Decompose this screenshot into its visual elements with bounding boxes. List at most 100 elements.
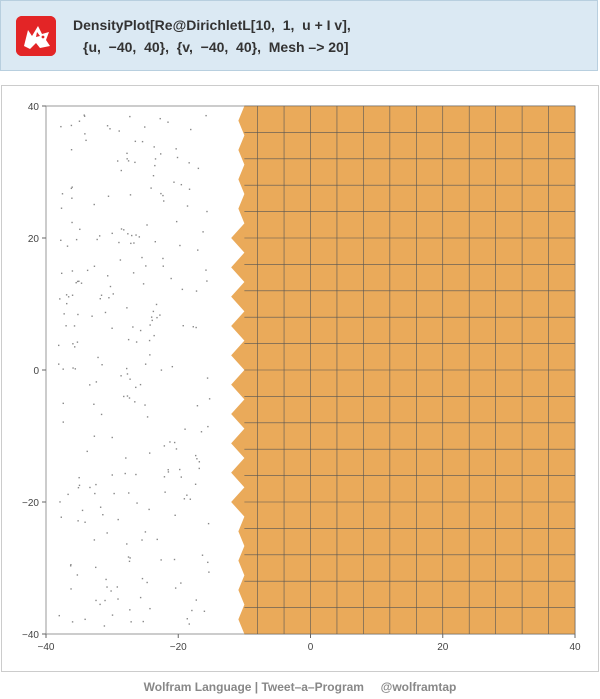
mesh-dot [179, 244, 181, 247]
mesh-dot [78, 484, 81, 487]
mesh-dot [162, 265, 164, 267]
mesh-dot [86, 269, 89, 272]
mesh-dot [111, 614, 114, 616]
mesh-dot [206, 280, 208, 282]
mesh-dot [66, 245, 69, 247]
mesh-dot [188, 188, 191, 190]
mesh-dot [173, 558, 176, 561]
mesh-dot [176, 156, 179, 159]
mesh-dot [67, 493, 69, 496]
mesh-dot [196, 458, 198, 460]
mesh-dot [72, 367, 74, 369]
mesh-dot [206, 210, 208, 213]
mesh-dot [146, 581, 148, 584]
wolfram-wolf-icon [16, 16, 56, 56]
code-line-1: DensityPlot[Re@DirichletL[10, 1, u + I v… [73, 17, 351, 33]
mesh-dot [155, 303, 158, 306]
mesh-dot [135, 473, 137, 476]
mesh-dot [207, 561, 209, 564]
mesh-dot [106, 532, 108, 534]
mesh-dot [60, 125, 62, 128]
code-input[interactable]: DensityPlot[Re@DirichletL[10, 1, u + I v… [73, 14, 351, 58]
mesh-dot [132, 272, 135, 274]
mesh-dot [71, 270, 74, 272]
mesh-dot [129, 115, 131, 118]
mesh-dot [104, 311, 107, 314]
mesh-dot [201, 554, 204, 556]
mesh-dot [95, 566, 97, 569]
mesh-dot [197, 167, 200, 170]
mesh-dot [179, 468, 181, 471]
mesh-dot [128, 492, 130, 494]
y-tick-label: 0 [33, 366, 39, 377]
mesh-dot [141, 539, 143, 541]
mesh-dot [195, 599, 197, 601]
mesh-dot [95, 599, 97, 602]
mesh-dot [126, 373, 129, 375]
mesh-dot [132, 326, 134, 328]
mesh-dot [76, 280, 79, 283]
mesh-dot [130, 242, 132, 245]
mesh-dot [111, 474, 113, 476]
mesh-dot [58, 363, 60, 365]
mesh-dot [202, 231, 204, 233]
mesh-dot [208, 398, 211, 400]
mesh-dot [103, 625, 106, 627]
mesh-dot [134, 140, 137, 143]
mesh-dot [149, 324, 151, 326]
mesh-dot [95, 483, 97, 486]
mesh-dot [123, 229, 125, 231]
mesh-dot [84, 618, 86, 621]
code-line-2: {u, −40, 40}, {v, −40, 40}, Mesh –> 20] [83, 39, 349, 55]
mesh-dot [76, 574, 79, 576]
mesh-dot [167, 469, 169, 471]
mesh-dot [117, 598, 119, 600]
mesh-dot [108, 297, 110, 299]
input-cell[interactable]: DensityPlot[Re@DirichletL[10, 1, u + I v… [0, 0, 598, 71]
mesh-dot [195, 326, 197, 329]
mesh-dot [154, 158, 157, 160]
mesh-dot [163, 200, 165, 202]
mesh-dot [186, 494, 188, 496]
x-tick-label: 0 [308, 642, 314, 653]
mesh-dot [77, 313, 79, 316]
mesh-dot [186, 205, 189, 207]
mesh-dot [113, 492, 115, 495]
mesh-dot [99, 603, 101, 606]
mesh-dot [136, 502, 138, 504]
mesh-dot [152, 174, 155, 177]
mesh-dot [125, 457, 127, 459]
mesh-dot [144, 404, 146, 406]
mesh-dot [75, 282, 77, 284]
mesh-dot [58, 614, 60, 617]
mesh-dot [144, 531, 147, 533]
mesh-dot [160, 153, 162, 155]
mesh-dot [128, 397, 131, 399]
mesh-dot [180, 183, 183, 186]
x-tick-label: −40 [38, 642, 55, 653]
mesh-dot [70, 187, 73, 190]
mesh-dot [144, 363, 147, 365]
page: DensityPlot[Re@DirichletL[10, 1, u + I v… [0, 0, 600, 699]
mesh-dot [154, 164, 156, 167]
mesh-dot [60, 239, 62, 242]
mesh-dot [117, 518, 119, 521]
mesh-dot [94, 492, 96, 495]
mesh-dot [160, 559, 162, 561]
mesh-dot [93, 435, 96, 437]
mesh-dot [96, 238, 98, 241]
mesh-dot [77, 486, 80, 489]
mesh-dot [85, 139, 87, 142]
mesh-dot [100, 413, 103, 416]
mesh-dot [162, 257, 164, 260]
mesh-dot [78, 120, 81, 122]
mesh-dot [180, 582, 182, 584]
mesh-dot [66, 302, 68, 305]
mesh-dot [78, 476, 80, 479]
mesh-dot [167, 121, 169, 123]
mesh-dot [175, 220, 178, 223]
mesh-dot [75, 238, 78, 241]
mesh-dot [109, 285, 112, 288]
mesh-dot [130, 621, 132, 623]
mesh-dot [118, 130, 120, 132]
